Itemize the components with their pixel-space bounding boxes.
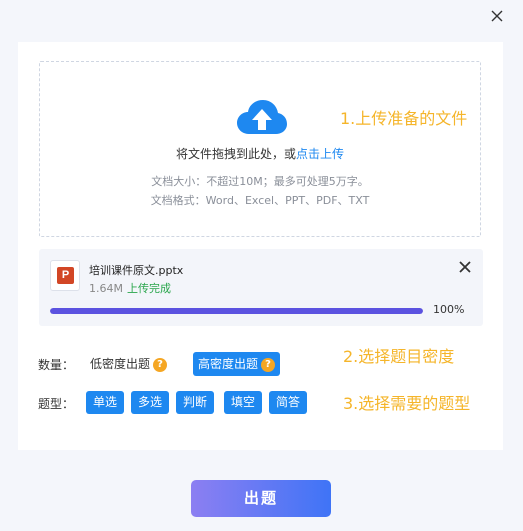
type-short-answer[interactable]: 简答: [269, 391, 307, 414]
upload-link[interactable]: 点击上传: [296, 147, 344, 161]
upload-progress-bar: [50, 308, 423, 314]
generate-questions-button[interactable]: 出题: [191, 480, 331, 517]
ppt-file-icon: P: [50, 260, 80, 291]
close-icon: [459, 261, 471, 273]
type-fill-blank[interactable]: 填空: [224, 391, 262, 414]
dialog-close-button[interactable]: [487, 6, 507, 26]
file-size: 1.64M: [89, 282, 123, 295]
density-label: 数量：: [38, 358, 75, 372]
high-density-option[interactable]: 高密度出题?: [193, 352, 281, 376]
upload-dropzone[interactable]: 将文件拖拽到此处，或点击上传 文档大小：不超过10M；最多可处理5万字。 文档格…: [39, 61, 481, 237]
question-type-label: 题型：: [38, 397, 75, 411]
drop-text: 将文件拖拽到此处，或: [175, 147, 296, 161]
main-panel: 将文件拖拽到此处，或点击上传 文档大小：不超过10M；最多可处理5万字。 文档格…: [18, 42, 503, 450]
upload-instruction: 将文件拖拽到此处，或点击上传: [40, 145, 480, 162]
question-mark-icon[interactable]: ?: [153, 357, 168, 372]
file-name: 培训课件原文.pptx: [89, 264, 184, 277]
close-icon: [491, 10, 503, 22]
upload-progress-fill: [50, 308, 423, 314]
annotation-step1: 1.上传准备的文件: [340, 109, 468, 128]
progress-percent: 100%: [433, 303, 465, 316]
type-true-false[interactable]: 判断: [176, 391, 214, 414]
type-single-choice[interactable]: 单选: [86, 391, 124, 414]
file-meta: 1.64M 上传完成: [89, 280, 171, 296]
format-hint: 文档格式：Word、Excel、PPT、PDF、TXT: [150, 194, 370, 207]
annotation-step3: 3.选择需要的题型: [343, 394, 471, 413]
question-mark-icon[interactable]: ?: [261, 357, 276, 372]
annotation-step2: 2.选择题目密度: [343, 347, 455, 366]
file-status: 上传完成: [126, 282, 171, 295]
cloud-upload-icon: [237, 100, 287, 134]
uploaded-file-card: P 培训课件原文.pptx 1.64M 上传完成 100%: [39, 249, 483, 326]
size-hint: 文档大小：不超过10M；最多可处理5万字。: [151, 175, 369, 188]
remove-file-button[interactable]: [458, 259, 472, 278]
type-multiple-choice[interactable]: 多选: [131, 391, 169, 414]
low-density-option[interactable]: 低密度出题?: [90, 352, 168, 376]
